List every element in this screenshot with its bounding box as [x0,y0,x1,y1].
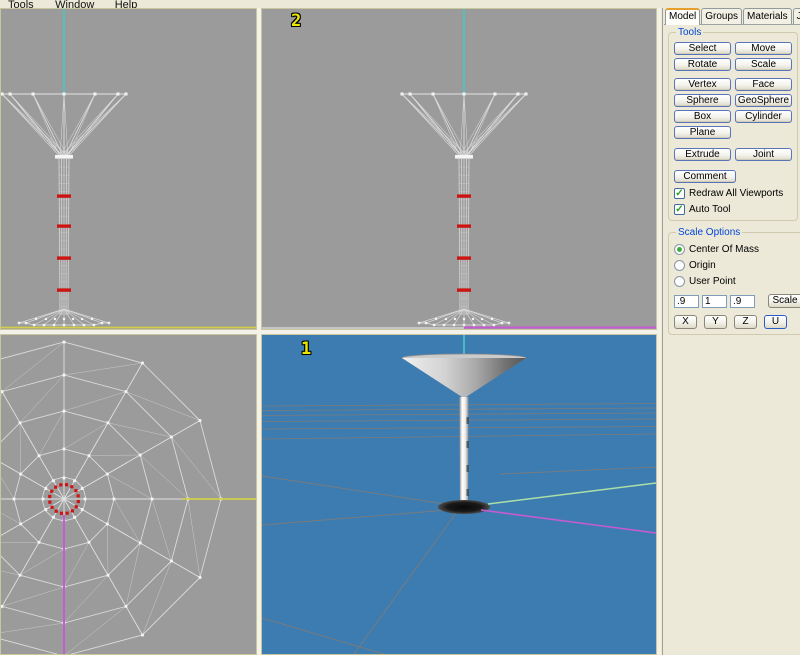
radio-label: Origin [689,260,716,271]
viewport-number-label: 1 [301,341,311,358]
model-tab-body: Tools Select Move Rotate Scale Vertex Fa… [664,24,800,655]
joint-button[interactable]: Joint [735,148,792,161]
move-button[interactable]: Move [735,42,792,55]
checkbox-check-icon: ✓ [674,188,685,199]
menu-item-tools[interactable]: Tools [8,0,34,8]
origin-radio[interactable]: Origin [674,260,800,271]
center-of-mass-radio[interactable]: Center Of Mass [674,244,800,255]
tools-group: Tools Select Move Rotate Scale Vertex Fa… [668,27,798,221]
menu-item-window[interactable]: Window [55,0,94,8]
viewport-front[interactable] [0,8,257,330]
checkbox-check-icon: ✓ [674,204,685,215]
scale-tool-button[interactable]: Scale [735,58,792,71]
front-view-wireframe [1,9,256,329]
cylinder-button[interactable]: Cylinder [735,110,792,123]
side-view-wireframe [262,9,656,329]
comment-button[interactable]: Comment [674,170,736,183]
box-button[interactable]: Box [674,110,731,123]
tab-model[interactable]: Model [665,8,700,25]
viewport-side[interactable]: 2 [261,8,657,330]
plane-button[interactable]: Plane [674,126,731,139]
radio-label: User Point [689,276,736,287]
tab-groups[interactable]: Groups [701,8,742,25]
tab-joints[interactable]: Joints [793,8,800,25]
redraw-all-viewports-checkbox[interactable]: ✓ Redraw All Viewports [674,188,797,199]
scale-x-input[interactable] [674,295,699,308]
menu-item-help[interactable]: Help [115,0,138,8]
face-button[interactable]: Face [735,78,792,91]
axis-u-button[interactable]: U [764,315,787,329]
tab-materials[interactable]: Materials [743,8,792,25]
extrude-button[interactable]: Extrude [674,148,731,161]
perspective-shaded-view [262,335,656,654]
panel-tabs: Model Groups Materials Joints [665,8,800,25]
auto-tool-checkbox[interactable]: ✓ Auto Tool [674,204,797,215]
radio-selected-icon [674,244,685,255]
viewport-perspective[interactable]: 1 [261,334,657,655]
radio-label: Center Of Mass [689,244,759,255]
rotate-button[interactable]: Rotate [674,58,731,71]
viewport-workspace: 2 1 [0,8,661,655]
user-point-radio[interactable]: User Point [674,276,800,287]
viewport-top[interactable] [0,334,257,655]
scale-z-input[interactable] [730,295,755,308]
radio-icon [674,260,685,271]
tools-group-title: Tools [676,27,703,38]
scale-y-input[interactable] [702,295,727,308]
radio-icon [674,276,685,287]
geosphere-button[interactable]: GeoSphere [735,94,792,107]
checkbox-label: Auto Tool [689,204,731,215]
checkbox-label: Redraw All Viewports [689,188,783,199]
axis-z-button[interactable]: Z [734,315,757,329]
scale-options-title: Scale Options [676,227,742,238]
vertex-button[interactable]: Vertex [674,78,731,91]
scale-options-group: Scale Options Center Of Mass Origin User… [668,227,800,335]
menu-bar: Tools Window Help [0,0,800,8]
axis-x-button[interactable]: X [674,315,697,329]
select-button[interactable]: Select [674,42,731,55]
viewport-number-label: 2 [291,13,301,30]
scale-apply-button[interactable]: Scale [768,294,800,308]
axis-y-button[interactable]: Y [704,315,727,329]
top-view-wireframe [1,335,256,654]
tool-panel: Model Groups Materials Joints Tools Sele… [662,0,800,655]
sphere-button[interactable]: Sphere [674,94,731,107]
